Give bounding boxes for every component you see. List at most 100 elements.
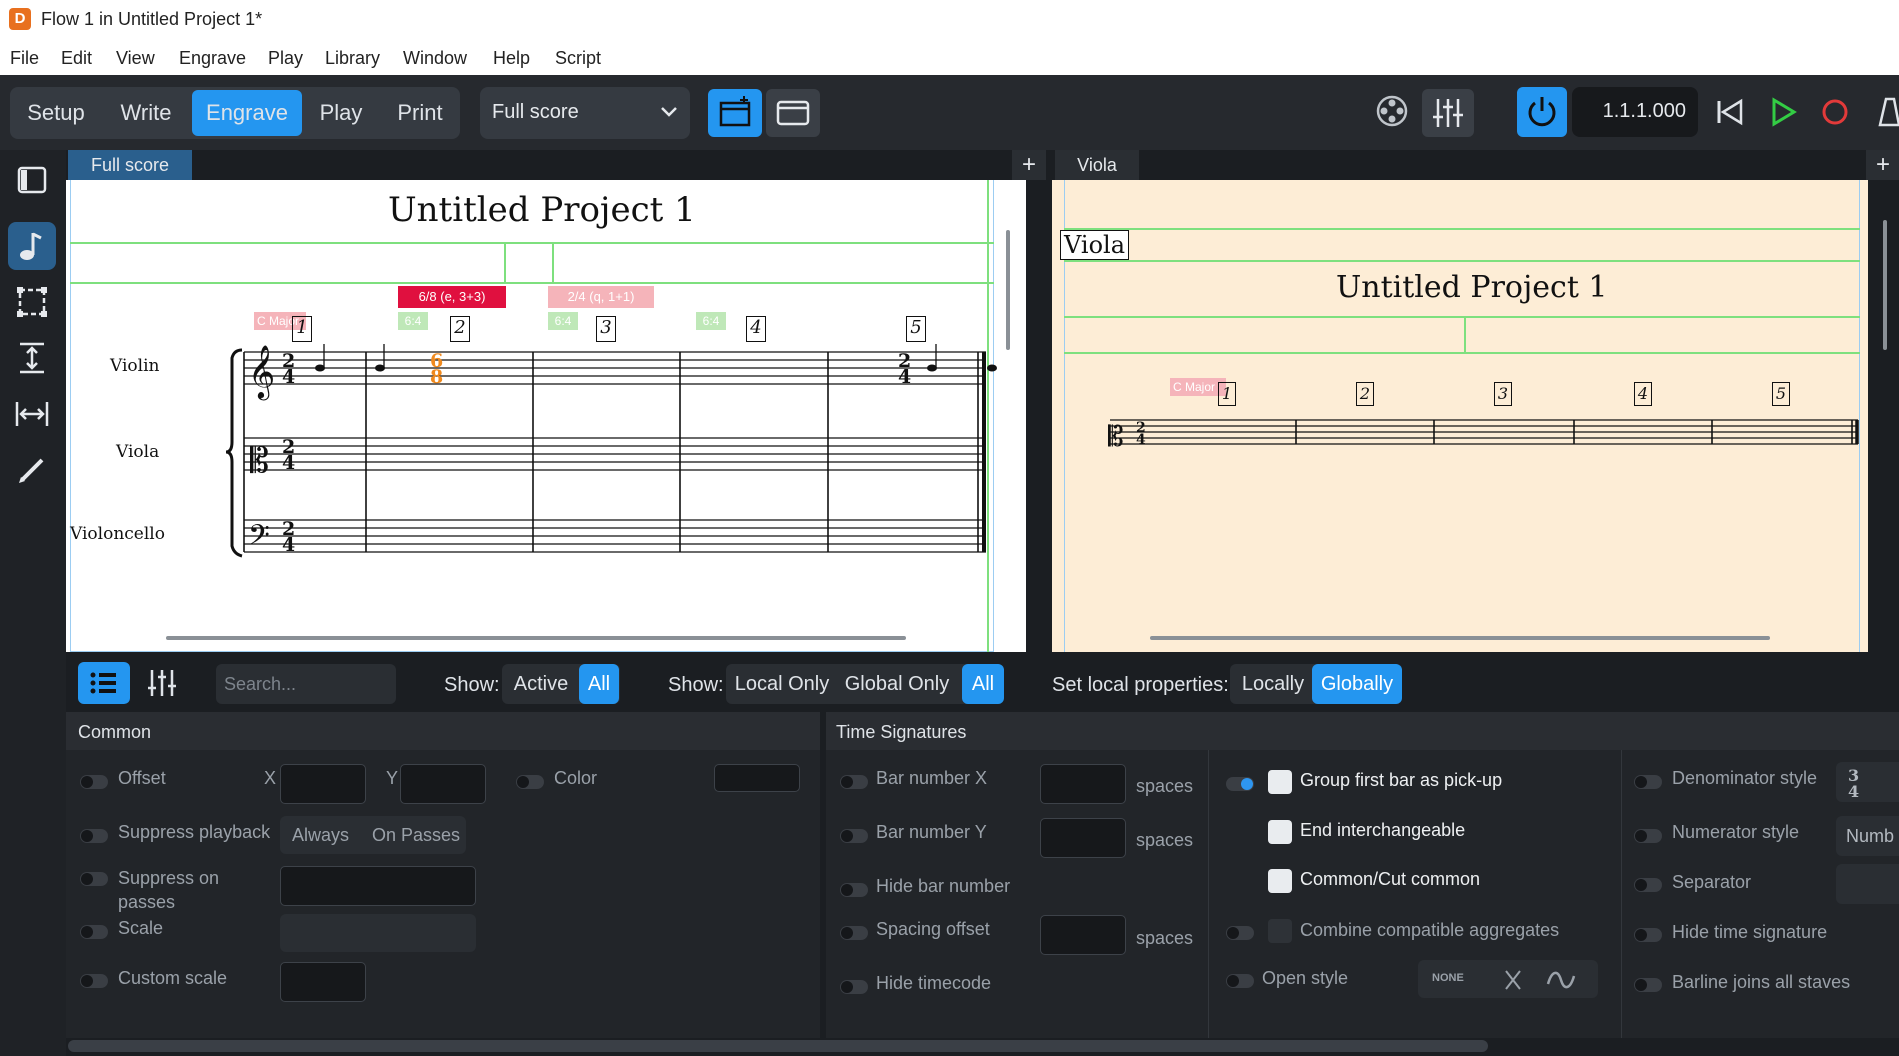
search-input[interactable]: Search...: [216, 664, 396, 704]
numerator-style-select[interactable]: Numb: [1836, 816, 1899, 856]
menu-script[interactable]: Script: [555, 48, 601, 69]
menu-library[interactable]: Library: [325, 48, 380, 69]
locally-button[interactable]: Locally: [1234, 664, 1312, 704]
record-icon[interactable]: [1820, 97, 1850, 127]
denominator-style-field[interactable]: 34: [1836, 762, 1899, 802]
menu-view[interactable]: View: [116, 48, 155, 69]
play-icon[interactable]: [1769, 97, 1797, 127]
rewind-to-start-icon[interactable]: [1713, 97, 1745, 127]
group-first-bar-toggle[interactable]: [1226, 777, 1254, 791]
numerator-style-toggle[interactable]: [1634, 829, 1662, 843]
panel-icon: [17, 166, 47, 194]
horizontal-scrollbar[interactable]: [1150, 636, 1770, 640]
toolbar: Setup Write Engrave Play Print Full scor…: [0, 75, 1899, 150]
mode-write[interactable]: Write: [104, 90, 188, 136]
offset-y-field[interactable]: [400, 764, 486, 804]
combine-toggle[interactable]: [1226, 926, 1254, 940]
suppress-playback-toggle[interactable]: [80, 829, 108, 843]
offset-x-field[interactable]: [280, 764, 366, 804]
always-button[interactable]: Always: [292, 825, 349, 846]
page-view-button[interactable]: [766, 89, 820, 137]
suppress-on-passes-field[interactable]: [280, 866, 476, 906]
galley-view-button[interactable]: [708, 89, 762, 137]
scale-field[interactable]: [280, 914, 476, 952]
separator-toggle[interactable]: [1634, 878, 1662, 892]
suppress-playback-label: Suppress playback: [118, 822, 271, 842]
power-icon: [1528, 97, 1556, 127]
metronome-icon[interactable]: [1874, 95, 1899, 129]
open-style-x-icon[interactable]: [1502, 968, 1524, 992]
menu-play[interactable]: Play: [268, 48, 303, 69]
spacing-offset-field[interactable]: [1040, 915, 1126, 955]
combine-checkbox[interactable]: [1268, 919, 1292, 943]
open-style-toggle[interactable]: [1226, 974, 1254, 988]
bar-number-y-field[interactable]: [1040, 818, 1126, 858]
color-field[interactable]: [714, 764, 800, 792]
graphic-editing-button[interactable]: [8, 222, 56, 270]
globally-button[interactable]: Globally: [1312, 664, 1402, 704]
score-view-viola[interactable]: Viola Untitled Project 1 C Major 1 2 3 4…: [1052, 180, 1868, 652]
add-tab-left-button[interactable]: +: [1012, 150, 1046, 180]
staff-spacing-button[interactable]: [8, 334, 56, 382]
denominator-style-toggle[interactable]: [1634, 775, 1662, 789]
bar-number-x-field[interactable]: [1040, 764, 1126, 804]
horizontal-scrollbar[interactable]: [166, 636, 906, 640]
properties-scrollbar[interactable]: [68, 1040, 1488, 1052]
list-view-button[interactable]: [78, 662, 130, 704]
toggle-panel-button[interactable]: [8, 156, 56, 204]
bar-number-y-toggle[interactable]: [840, 829, 868, 843]
tab-viola[interactable]: Viola: [1055, 150, 1139, 180]
end-interchangeable-checkbox[interactable]: [1268, 820, 1292, 844]
open-style-none-button[interactable]: NONE: [1432, 972, 1464, 984]
bar-number-y-label: Bar number Y: [876, 822, 987, 842]
custom-scale-field[interactable]: [280, 962, 366, 1002]
menu-window[interactable]: Window: [403, 48, 467, 69]
activate-project-button[interactable]: [1517, 87, 1567, 137]
menu-edit[interactable]: Edit: [61, 48, 92, 69]
tab-full-score[interactable]: Full score: [68, 150, 192, 180]
mode-setup[interactable]: Setup: [14, 90, 98, 136]
show-global-only-button[interactable]: Global Only: [838, 664, 956, 704]
hide-timecode-label: Hide timecode: [876, 973, 992, 993]
barline-joins-toggle[interactable]: [1634, 978, 1662, 992]
score-view-full-score[interactable]: Untitled Project 1 C Major 6/8 (e, 3+3) …: [66, 180, 1026, 652]
mixer-button[interactable]: [1422, 89, 1474, 137]
open-style-curve-icon[interactable]: [1544, 968, 1578, 992]
add-tab-right-button[interactable]: +: [1866, 150, 1899, 180]
transport-display[interactable]: 1.1.1.000: [1572, 87, 1698, 137]
mode-play[interactable]: Play: [306, 90, 376, 136]
hide-bar-number-toggle[interactable]: [840, 883, 868, 897]
mode-engrave[interactable]: Engrave: [192, 90, 302, 136]
show-all-button[interactable]: All: [962, 664, 1004, 704]
note-spacing-button[interactable]: [8, 390, 56, 438]
menu-help[interactable]: Help: [493, 48, 530, 69]
menu-engrave[interactable]: Engrave: [179, 48, 246, 69]
offset-toggle[interactable]: [80, 775, 108, 789]
graphic-slices-button[interactable]: [8, 446, 56, 494]
common-cut-checkbox[interactable]: [1268, 869, 1292, 893]
chevron-down-icon: [661, 107, 677, 117]
settings-view-button[interactable]: [138, 662, 186, 704]
menu-file[interactable]: File: [10, 48, 39, 69]
group-first-bar-checkbox[interactable]: [1268, 770, 1292, 794]
separator-field[interactable]: [1836, 864, 1899, 904]
bar-number-x-toggle[interactable]: [840, 775, 868, 789]
custom-scale-toggle[interactable]: [80, 974, 108, 988]
scale-toggle[interactable]: [80, 925, 108, 939]
show-local-only-button[interactable]: Local Only: [730, 664, 834, 704]
hide-time-signature-toggle[interactable]: [1634, 928, 1662, 942]
color-toggle[interactable]: [516, 775, 544, 789]
on-passes-button[interactable]: On Passes: [372, 825, 460, 846]
app-logo-icon: D: [9, 8, 31, 30]
show-all-button[interactable]: All: [579, 664, 619, 704]
show-active-button[interactable]: Active: [506, 664, 576, 704]
video-icon[interactable]: [1374, 93, 1410, 129]
spacing-offset-toggle[interactable]: [840, 926, 868, 940]
hide-timecode-toggle[interactable]: [840, 980, 868, 994]
layout-select[interactable]: Full score: [480, 87, 690, 139]
frame-editing-button[interactable]: [8, 278, 56, 326]
suppress-on-passes-toggle[interactable]: [80, 872, 108, 886]
mode-print[interactable]: Print: [382, 90, 458, 136]
vertical-scrollbar[interactable]: [1883, 220, 1887, 350]
vertical-scrollbar[interactable]: [1006, 230, 1010, 350]
